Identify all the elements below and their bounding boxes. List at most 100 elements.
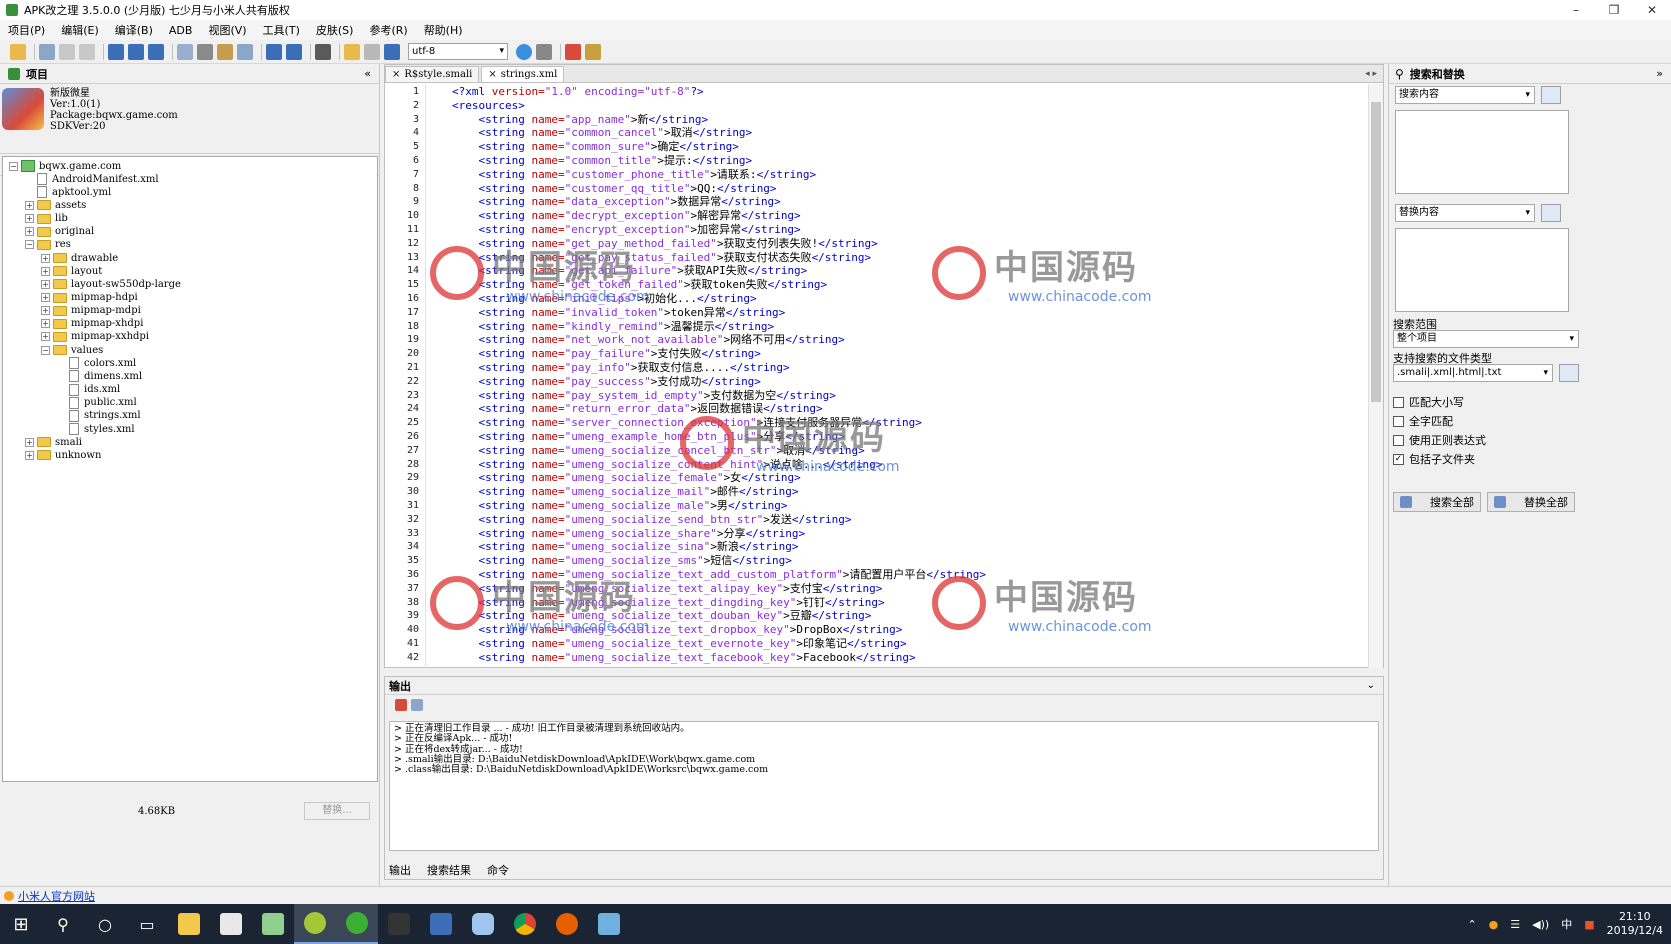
checkbox-box[interactable] xyxy=(1393,434,1404,446)
menu-build[interactable]: 编译(B) xyxy=(115,22,153,38)
search-all-button[interactable]: 搜索全部 xyxy=(1393,492,1481,512)
close-button[interactable]: ✕ xyxy=(1633,3,1671,17)
include-subfolders-checkbox[interactable]: ✓ 包括子文件夹 xyxy=(1393,451,1475,467)
tray-app-icon[interactable]: ● xyxy=(1489,918,1499,931)
taskbar-explorer[interactable] xyxy=(168,904,210,944)
taskbar-notepad[interactable] xyxy=(252,904,294,944)
scope-select[interactable]: 整个项目 xyxy=(1393,330,1579,348)
compile-icon[interactable] xyxy=(344,43,360,60)
collapse-output-button[interactable]: ⌄ xyxy=(1367,680,1375,691)
replace-options-icon[interactable] xyxy=(1541,204,1561,222)
replace-all-button[interactable]: 替换全部 xyxy=(1487,492,1575,512)
tray-expand-icon[interactable]: ⌃ xyxy=(1467,918,1476,931)
paste-icon[interactable] xyxy=(217,43,233,60)
tree-node[interactable]: AndroidManifest.xml xyxy=(25,172,159,186)
tree-node[interactable]: + mipmap-xhdpi xyxy=(41,317,143,331)
collapse-left-button[interactable]: « xyxy=(364,67,371,80)
decompile-icon[interactable] xyxy=(364,43,380,60)
tab-strings-xml[interactable]: × strings.xml xyxy=(481,66,565,82)
code-area[interactable]: 1 <?xml version="1.0" encoding="utf-8"?> 2… xyxy=(385,84,1369,668)
search-text-area[interactable] xyxy=(1395,110,1569,194)
collapse-right-button[interactable]: » xyxy=(1656,67,1663,80)
output-log[interactable]: > 正在清理旧工作目录 ... - 成功! 旧工作目录被清理到系统回收站内。 >… xyxy=(389,721,1379,851)
checkbox-box[interactable] xyxy=(1393,415,1404,427)
taskbar-app[interactable] xyxy=(462,904,504,944)
search-button[interactable]: ⚲ xyxy=(42,904,84,944)
close-project-icon[interactable] xyxy=(59,43,75,60)
tree-node[interactable]: apktool.yml xyxy=(25,185,111,199)
tree-node[interactable]: + original xyxy=(25,225,94,239)
taskbar-app[interactable] xyxy=(420,904,462,944)
clock[interactable]: 21:10 2019/12/4 xyxy=(1607,910,1663,938)
minimize-button[interactable]: – xyxy=(1557,3,1595,17)
menu-tools[interactable]: 工具(T) xyxy=(263,22,300,38)
whole-word-checkbox[interactable]: 全字匹配 xyxy=(1393,413,1453,429)
expand-icon[interactable]: + xyxy=(41,293,50,302)
expand-icon[interactable]: + xyxy=(41,279,50,289)
undo-icon[interactable] xyxy=(266,43,282,60)
close-tab-icon[interactable]: × xyxy=(392,69,400,80)
tree-node[interactable]: public.xml xyxy=(57,396,137,410)
scrollbar-thumb[interactable] xyxy=(1371,102,1381,402)
find-icon[interactable] xyxy=(315,43,331,60)
menu-skin[interactable]: 皮肤(S) xyxy=(316,22,354,38)
tree-node[interactable]: + layout-sw550dp-large xyxy=(41,277,181,291)
close-tab-icon[interactable]: × xyxy=(488,69,496,80)
tree-node[interactable]: colors.xml xyxy=(57,356,136,370)
menu-project[interactable]: 项目(P) xyxy=(8,22,45,38)
task-view-button[interactable]: ▭ xyxy=(126,904,168,944)
menu-view[interactable]: 视图(V) xyxy=(208,22,246,38)
taskbar-apkide[interactable] xyxy=(294,904,336,944)
expand-icon[interactable]: + xyxy=(25,200,34,210)
tab-nav-arrows-icon[interactable]: ◂ ▸ xyxy=(1365,69,1377,79)
notification-app-icon[interactable]: ■ xyxy=(1584,918,1594,931)
cortana-button[interactable]: ○ xyxy=(84,904,126,944)
help-icon[interactable] xyxy=(516,43,532,60)
checkbox-box-checked[interactable]: ✓ xyxy=(1393,453,1404,465)
menu-adb[interactable]: ADB xyxy=(169,24,193,37)
expand-icon[interactable]: + xyxy=(41,266,50,276)
tab-search-results[interactable]: 搜索结果 xyxy=(427,862,471,878)
tree-node[interactable]: + lib xyxy=(25,212,68,226)
close-all-icon[interactable] xyxy=(79,43,95,60)
tree-node[interactable]: styles.xml xyxy=(57,422,135,436)
stop-icon[interactable] xyxy=(565,43,581,60)
expand-icon[interactable]: + xyxy=(41,306,50,316)
save-all-icon[interactable] xyxy=(148,43,164,60)
replace-input[interactable]: 替换内容 xyxy=(1395,204,1535,222)
tree-node[interactable]: + drawable xyxy=(41,251,118,265)
search-options-icon[interactable] xyxy=(1541,86,1561,104)
taskbar-wechat[interactable] xyxy=(336,904,378,944)
tree-node[interactable]: ids.xml xyxy=(57,383,120,397)
tree-node[interactable]: − values xyxy=(41,343,103,357)
save-icon[interactable] xyxy=(108,43,124,60)
tab-rstyle-smali[interactable]: × R$style.smali xyxy=(385,66,480,82)
official-site-link[interactable]: 小米人官方网站 xyxy=(18,888,95,904)
replace-icon[interactable] xyxy=(237,43,253,60)
taskbar-app[interactable] xyxy=(588,904,630,944)
open-folder-icon[interactable] xyxy=(10,43,26,60)
regex-checkbox[interactable]: 使用正则表达式 xyxy=(1393,432,1486,448)
taskbar-firefox[interactable] xyxy=(546,904,588,944)
maximize-button[interactable]: ❐ xyxy=(1595,3,1633,17)
replace-text-area[interactable] xyxy=(1395,228,1569,312)
copy-output-icon[interactable] xyxy=(411,699,423,711)
expand-icon[interactable]: + xyxy=(41,253,50,263)
search-input[interactable]: 搜索内容 xyxy=(1395,86,1535,104)
replace-disabled-button[interactable]: 替换... xyxy=(304,802,370,820)
match-case-checkbox[interactable]: 匹配大小写 xyxy=(1393,394,1464,410)
tree-node[interactable]: + mipmap-xxhdpi xyxy=(41,330,149,344)
project-icon[interactable] xyxy=(39,43,55,60)
start-button[interactable]: ⊞ xyxy=(0,904,42,944)
collapse-icon[interactable]: − xyxy=(9,161,18,171)
tab-command[interactable]: 命令 xyxy=(487,862,509,878)
tree-node[interactable]: dimens.xml xyxy=(57,369,142,383)
expand-icon[interactable]: + xyxy=(25,450,34,460)
copy-icon[interactable] xyxy=(177,43,193,60)
save-as-icon[interactable] xyxy=(128,43,144,60)
expand-icon[interactable]: + xyxy=(41,319,50,329)
tree-node[interactable]: strings.xml xyxy=(57,409,141,423)
expand-icon[interactable]: + xyxy=(25,437,34,447)
tree-node[interactable]: − res xyxy=(25,238,71,252)
taskbar-chrome[interactable] xyxy=(504,904,546,944)
